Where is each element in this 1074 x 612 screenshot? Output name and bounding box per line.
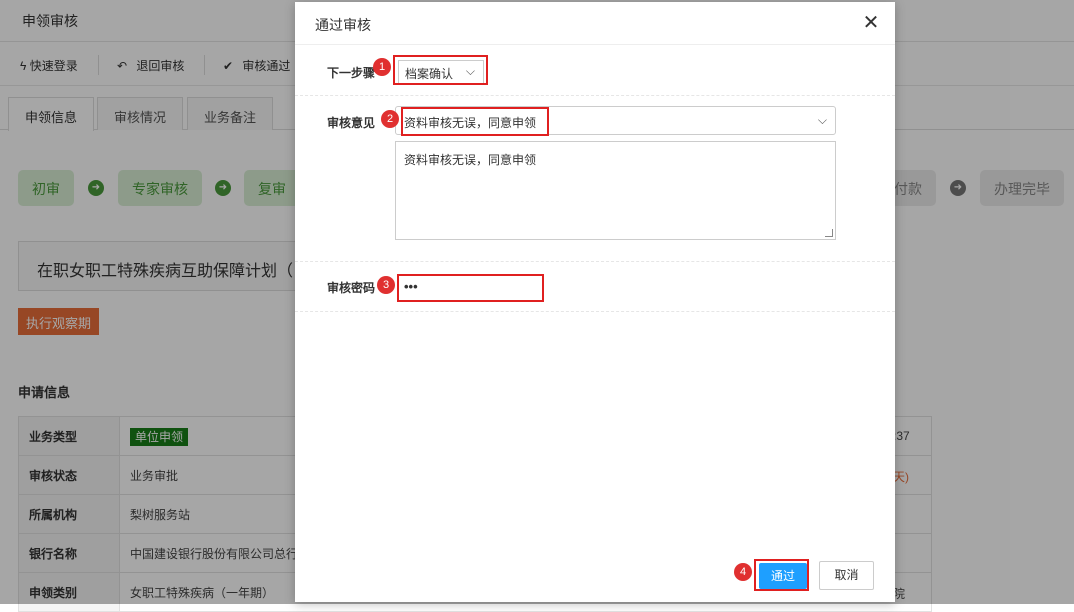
next-step-label: 下一步骤 [327, 66, 376, 80]
highlight-box [393, 55, 488, 85]
highlight-box [397, 274, 544, 302]
cancel-button[interactable]: 取消 [819, 561, 874, 590]
highlight-box [401, 107, 549, 136]
step-marker: 4 [734, 563, 752, 581]
dialog-title: 通过审核 [315, 17, 371, 33]
opinion-label: 审核意见 [327, 116, 376, 130]
highlight-box [754, 559, 809, 591]
close-icon[interactable]: ✕ [861, 13, 881, 33]
dialog-header: 通过审核 ✕ [295, 2, 895, 45]
password-label: 审核密码 [327, 281, 376, 295]
chevron-down-icon: ⌵ [817, 113, 827, 127]
step-marker: 2 [381, 110, 399, 128]
opinion-textarea[interactable]: 资料审核无误，同意申领 [395, 141, 836, 240]
step-marker: 1 [373, 58, 391, 76]
resize-handle-icon[interactable] [825, 229, 833, 237]
approve-review-dialog: 通过审核 ✕ 下一步骤 档案确认 ⌵ 1 审核意见 资料审核无误，同意申领 ⌵ … [295, 2, 895, 602]
step-marker: 3 [377, 276, 395, 294]
